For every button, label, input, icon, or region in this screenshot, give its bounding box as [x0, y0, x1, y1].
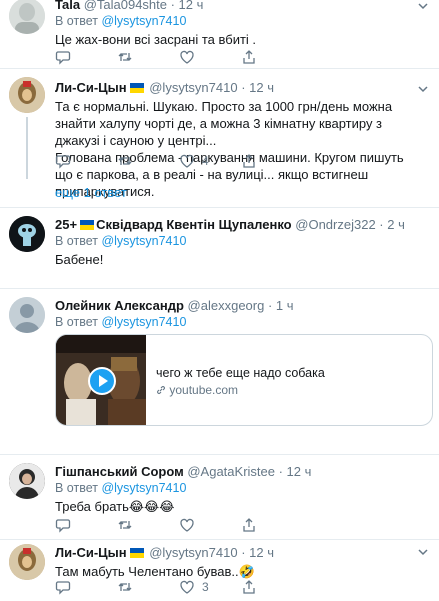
avatar[interactable] — [9, 0, 45, 34]
chevron-down-icon[interactable] — [417, 0, 429, 12]
heart-icon — [180, 518, 194, 532]
author-handle[interactable]: @lysytsyn7410 · 12 ч — [149, 80, 274, 95]
author-name[interactable]: Tala — [55, 0, 80, 12]
retweet-icon — [118, 157, 132, 165]
author-handle[interactable]: @Ondrzej322 · 2 ч — [295, 217, 405, 232]
retweet-button[interactable] — [117, 517, 179, 533]
share-icon — [243, 518, 255, 532]
share-button[interactable] — [241, 49, 303, 65]
reply-handle-link[interactable]: @lysytsyn7410 — [101, 315, 186, 329]
author-name[interactable]: Гішпанський Сором — [55, 464, 184, 479]
heart-icon — [180, 50, 194, 64]
thread-line — [26, 117, 28, 179]
link-card[interactable]: чего ж тебе еще надо собака youtube.com — [55, 334, 433, 426]
play-icon[interactable] — [88, 367, 116, 395]
reply-icon — [55, 155, 71, 169]
reply-context: В ответ @lysytsyn7410 — [55, 481, 187, 495]
like-count: 4 — [202, 154, 209, 168]
share-icon — [243, 580, 255, 594]
chevron-down-icon[interactable] — [417, 83, 429, 95]
tweet-gishpansky[interactable]: Гішпанський Сором @AgataKristee · 12 ч В… — [0, 455, 439, 540]
tweet-text: Там мабуть Челентано бував..🤣 — [55, 564, 255, 579]
retweet-button[interactable] — [117, 153, 179, 169]
card-domain: youtube.com — [156, 383, 238, 397]
share-button[interactable] — [241, 153, 303, 169]
reply-icon — [55, 51, 71, 65]
share-icon — [243, 154, 255, 168]
tweet-tala[interactable]: Tala @Tala094shte · 12 ч В ответ @lysyts… — [0, 0, 439, 69]
author-name[interactable]: Сквідвард Квентін Щупаленко — [96, 217, 292, 232]
retweet-icon — [118, 583, 132, 591]
tweet-oleynik[interactable]: Олейник Александр @alexxgeorg · 1 ч В от… — [0, 289, 439, 455]
ukraine-flag-icon — [80, 220, 95, 230]
like-button[interactable]: 4 — [179, 153, 241, 169]
card-title[interactable]: чего ж тебе еще надо собака — [156, 366, 325, 380]
reply-handle-link[interactable]: @lysytsyn7410 — [101, 14, 186, 28]
retweet-icon — [118, 521, 132, 529]
show-more-replies-link[interactable]: еще 1 ответ — [55, 185, 127, 200]
tweet-text: Бабене! — [55, 252, 104, 267]
avatar[interactable] — [9, 463, 45, 499]
share-button[interactable] — [241, 579, 303, 595]
share-button[interactable] — [241, 517, 303, 533]
avatar[interactable] — [9, 77, 45, 113]
link-icon — [157, 386, 165, 394]
tweet-text: Треба брать😂😂😂 — [55, 499, 175, 514]
author-handle[interactable]: @lysytsyn7410 · 12 ч — [149, 545, 274, 560]
reply-context: В ответ @lysytsyn7410 — [55, 315, 187, 329]
reply-button[interactable] — [55, 579, 117, 595]
author-handle[interactable]: @AgataKristee · 12 ч — [187, 464, 311, 479]
reply-icon — [55, 519, 71, 533]
heart-icon — [180, 580, 194, 594]
reply-handle-link[interactable]: @lysytsyn7410 — [101, 234, 186, 248]
avatar[interactable] — [9, 297, 45, 333]
reply-handle-link[interactable]: @lysytsyn7410 — [101, 481, 186, 495]
reply-context: В ответ @lysytsyn7410 — [55, 234, 187, 248]
retweet-button[interactable] — [117, 579, 179, 595]
heart-icon — [180, 154, 194, 168]
retweet-button[interactable] — [117, 49, 179, 65]
like-count: 3 — [202, 580, 209, 594]
avatar[interactable] — [9, 216, 45, 252]
share-icon — [243, 50, 255, 64]
like-button[interactable] — [179, 517, 241, 533]
ukraine-flag-icon — [129, 83, 144, 93]
author-handle[interactable]: @Tala094shte · 12 ч — [84, 0, 204, 12]
author-name[interactable]: Олейник Александр — [55, 298, 184, 313]
reply-button[interactable] — [55, 49, 117, 65]
ukraine-flag-icon — [129, 548, 144, 558]
reply-button[interactable] — [55, 153, 117, 169]
reply-button[interactable] — [55, 517, 117, 533]
author-name[interactable]: Ли-Си-Цын — [55, 80, 127, 95]
chevron-down-icon[interactable] — [417, 546, 429, 558]
tweet-author-reply-2[interactable]: Ли-Си-Цын @lysytsyn7410 · 12 ч Там мабут… — [0, 540, 439, 601]
reply-context: В ответ @lysytsyn7410 — [55, 14, 187, 28]
tweet-text: Це жах-вони всі засрані та вбиті . — [55, 32, 257, 47]
video-thumbnail[interactable] — [56, 335, 146, 425]
like-button[interactable]: 3 — [179, 579, 241, 595]
tweet-author-reply[interactable]: Ли-Си-Цын @lysytsyn7410 · 12 ч Та є норм… — [0, 69, 439, 208]
retweet-icon — [118, 53, 132, 61]
author-name[interactable]: Ли-Си-Цын — [55, 545, 127, 560]
reply-icon — [55, 581, 71, 595]
author-handle[interactable]: @alexxgeorg · 1 ч — [188, 298, 294, 313]
tweet-skvidvard[interactable]: 25+ Сквідвард Квентін Щупаленко @Ondrzej3… — [0, 208, 439, 289]
author-name-prefix[interactable]: 25+ — [55, 217, 77, 232]
like-button[interactable] — [179, 49, 241, 65]
avatar[interactable] — [9, 544, 45, 580]
